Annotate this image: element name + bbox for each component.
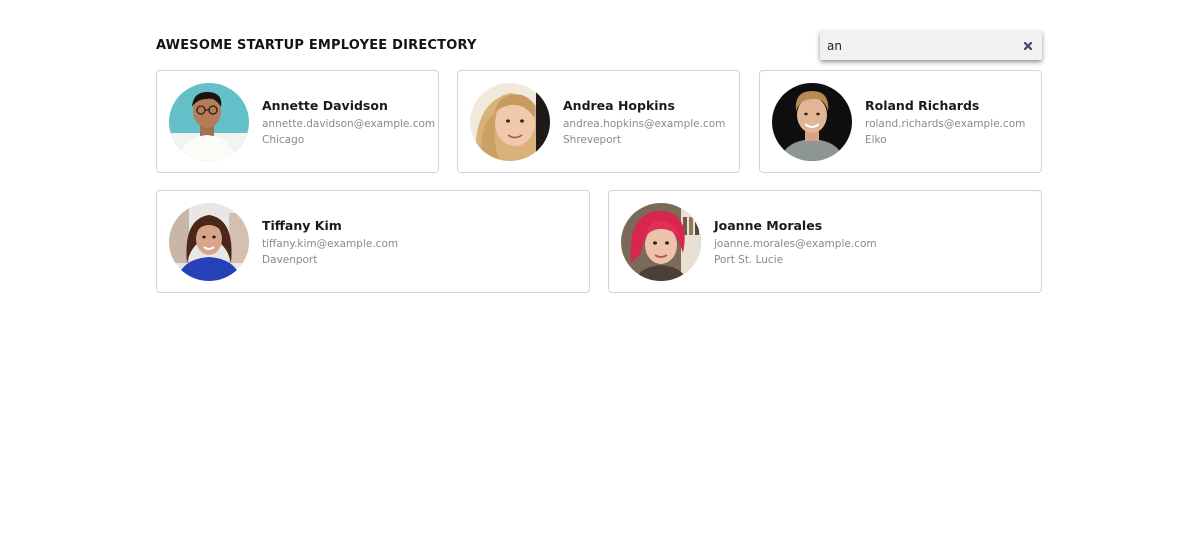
employee-name: Tiffany Kim: [262, 218, 342, 233]
employee-city: Shreveport: [563, 134, 622, 146]
page-title: AWESOME STARTUP EMPLOYEE DIRECTORY: [156, 38, 477, 53]
employee-city: Port St. Lucie: [714, 254, 784, 266]
employee-card[interactable]: Joanne Morales joanne.morales@example.co…: [608, 190, 1042, 293]
employee-city: Chicago: [262, 134, 305, 146]
employee-name: Joanne Morales: [714, 218, 823, 233]
employee-card[interactable]: Tiffany Kim tiffany.kim@example.com Dave…: [156, 190, 590, 293]
employee-email: tiffany.kim@example.com: [262, 238, 399, 250]
close-icon[interactable]: [1021, 38, 1035, 52]
avatar: [169, 83, 249, 161]
employee-name: Andrea Hopkins: [563, 98, 675, 113]
avatar: [621, 203, 701, 281]
avatar: [470, 83, 550, 161]
search-box: [820, 31, 1042, 60]
employee-card[interactable]: Annette Davidson annette.davidson@exampl…: [156, 70, 439, 173]
employee-card[interactable]: Roland Richards roland.richards@example.…: [759, 70, 1042, 173]
employee-email: roland.richards@example.com: [865, 118, 1026, 130]
employee-card[interactable]: Andrea Hopkins andrea.hopkins@example.co…: [457, 70, 740, 173]
avatar: [772, 83, 852, 161]
employee-city: Elko: [865, 134, 887, 146]
employee-email: annette.davidson@example.com: [262, 118, 436, 130]
search-input[interactable]: [820, 31, 1020, 60]
avatar: [169, 203, 249, 281]
employee-email: andrea.hopkins@example.com: [563, 118, 726, 130]
employee-email: joanne.morales@example.com: [714, 238, 877, 250]
employee-name: Annette Davidson: [262, 98, 388, 113]
employee-name: Roland Richards: [865, 98, 980, 113]
employee-city: Davenport: [262, 254, 318, 266]
